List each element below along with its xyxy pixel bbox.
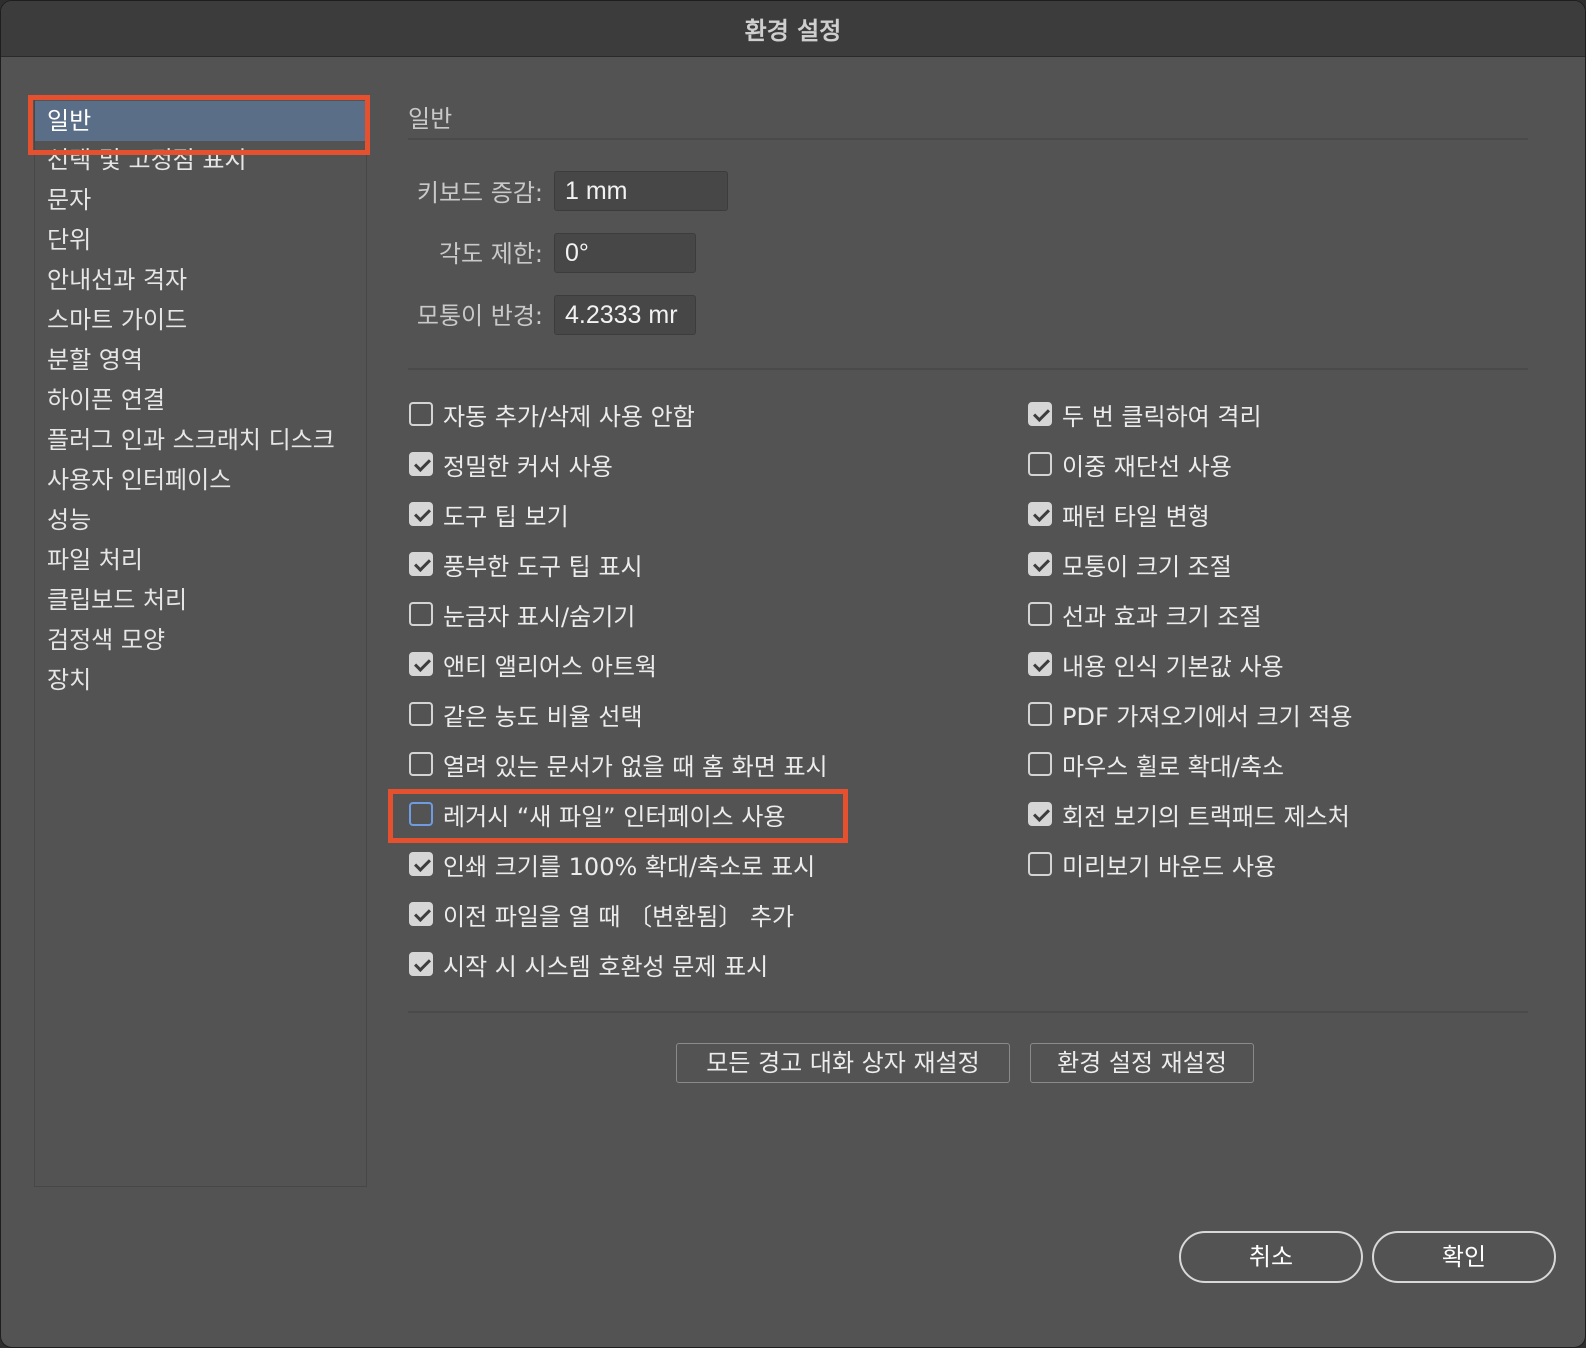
right-checkbox-row[interactable]: 선과 효과 크기 조절 (1028, 594, 1262, 634)
sidebar-item-guides-grid[interactable]: 안내선과 격자 (35, 260, 366, 300)
corner-radius-input[interactable]: 4.2333 mr (554, 295, 696, 335)
checkbox-unchecked[interactable] (1028, 452, 1052, 476)
left-checkbox-row[interactable]: 자동 추가/삭제 사용 안함 (409, 394, 695, 434)
checkbox-checked[interactable] (409, 952, 433, 976)
checkbox-label: PDF 가져오기에서 크기 적용 (1062, 702, 1353, 731)
left-checkbox-row[interactable]: 레거시 “새 파일” 인터페이스 사용 (409, 794, 785, 834)
checkbox-checked[interactable] (1028, 652, 1052, 676)
section-divider (408, 138, 1528, 140)
left-checkbox-row[interactable]: 정밀한 커서 사용 (409, 444, 613, 484)
keyboard-increment-label: 키보드 증감: (416, 179, 543, 207)
left-checkbox-row[interactable]: 앤티 앨리어스 아트웍 (409, 644, 657, 684)
checkbox-unchecked[interactable] (409, 802, 433, 826)
checkbox-unchecked[interactable] (409, 602, 433, 626)
right-checkbox-row[interactable]: 회전 보기의 트랙패드 제스처 (1028, 794, 1350, 834)
checkbox-label: 내용 인식 기본값 사용 (1062, 652, 1284, 681)
checkbox-unchecked[interactable] (1028, 752, 1052, 776)
checkbox-label: 같은 농도 비율 선택 (443, 702, 643, 731)
checkbox-checked[interactable] (409, 852, 433, 876)
sidebar-item-hyphenation[interactable]: 하이픈 연결 (35, 380, 366, 420)
sidebar-item-smart-guides[interactable]: 스마트 가이드 (35, 300, 366, 340)
checkbox-checked[interactable] (409, 552, 433, 576)
sidebar-item-general[interactable]: 일반 (35, 101, 366, 141)
checkbox-label: 눈금자 표시/숨기기 (443, 602, 636, 631)
checkbox-label: 풍부한 도구 팁 표시 (443, 552, 643, 581)
checkbox-label: 열려 있는 문서가 없을 때 홈 화면 표시 (443, 752, 828, 781)
checkbox-checked[interactable] (1028, 802, 1052, 826)
right-checkbox-row[interactable]: PDF 가져오기에서 크기 적용 (1028, 694, 1352, 734)
section-title: 일반 (408, 105, 453, 133)
ok-button[interactable]: 확인 (1372, 1231, 1556, 1283)
checkbox-unchecked[interactable] (409, 402, 433, 426)
cancel-button[interactable]: 취소 (1179, 1231, 1363, 1283)
right-checkbox-row[interactable]: 패턴 타일 변형 (1028, 494, 1210, 534)
left-checkbox-row[interactable]: 이전 파일을 열 때 〔변환됨〕 추가 (409, 894, 794, 934)
constrain-angle-label: 각도 제한: (438, 240, 543, 268)
right-checkbox-row[interactable]: 미리보기 바운드 사용 (1028, 844, 1276, 884)
right-checkbox-row[interactable]: 이중 재단선 사용 (1028, 444, 1232, 484)
corner-radius-label: 모퉁이 반경: (416, 302, 543, 330)
left-checkbox-row[interactable]: 눈금자 표시/숨기기 (409, 594, 635, 634)
left-checkbox-row[interactable]: 도구 팁 보기 (409, 494, 569, 534)
checkbox-checked[interactable] (1028, 402, 1052, 426)
sidebar-item-type[interactable]: 문자 (35, 180, 366, 220)
sidebar-item-devices[interactable]: 장치 (35, 660, 366, 700)
checkbox-label: 이전 파일을 열 때 〔변환됨〕 추가 (443, 902, 795, 931)
right-checkbox-row[interactable]: 내용 인식 기본값 사용 (1028, 644, 1284, 684)
checkbox-label: 시작 시 시스템 호환성 문제 표시 (443, 952, 769, 981)
reset-warning-dialogs-button[interactable]: 모든 경고 대화 상자 재설정 (676, 1043, 1010, 1083)
checkbox-checked[interactable] (409, 452, 433, 476)
checkbox-label: 정밀한 커서 사용 (443, 452, 613, 481)
sidebar-item-black-appearance[interactable]: 검정색 모양 (35, 620, 366, 660)
checkbox-label: 자동 추가/삭제 사용 안함 (443, 402, 695, 431)
checkbox-label: 모퉁이 크기 조절 (1062, 552, 1232, 581)
checkbox-label: 인쇄 크기를 100% 확대/축소로 표시 (443, 852, 816, 881)
reset-preferences-button[interactable]: 환경 설정 재설정 (1030, 1043, 1254, 1083)
checkbox-label: 두 번 클릭하여 격리 (1062, 402, 1262, 431)
right-checkbox-row[interactable]: 모퉁이 크기 조절 (1028, 544, 1232, 584)
sidebar-item-slices[interactable]: 분할 영역 (35, 340, 366, 380)
checkbox-checked[interactable] (409, 902, 433, 926)
checkbox-label: 미리보기 바운드 사용 (1062, 852, 1276, 881)
constrain-angle-input[interactable]: 0° (554, 233, 696, 273)
left-checkbox-row[interactable]: 열려 있는 문서가 없을 때 홈 화면 표시 (409, 744, 828, 784)
left-checkbox-row[interactable]: 풍부한 도구 팁 표시 (409, 544, 643, 584)
right-checkbox-row[interactable]: 마우스 휠로 확대/축소 (1028, 744, 1284, 784)
fields-divider (408, 368, 1528, 370)
preferences-dialog: 환경 설정 일반 선택 및 고정점 표시 문자 단위 안내선과 격자 스마트 가… (0, 0, 1586, 1348)
left-checkbox-row[interactable]: 시작 시 시스템 호환성 문제 표시 (409, 944, 768, 984)
sidebar-item-plugins[interactable]: 플러그 인과 스크래치 디스크 (35, 420, 366, 460)
sidebar-item-clipboard[interactable]: 클립보드 처리 (35, 580, 366, 620)
sidebar-item-performance[interactable]: 성능 (35, 500, 366, 540)
checkbox-label: 도구 팁 보기 (443, 502, 569, 531)
checkbox-label: 레거시 “새 파일” 인터페이스 사용 (443, 802, 786, 831)
checkbox-unchecked[interactable] (409, 702, 433, 726)
checkbox-label: 회전 보기의 트랙패드 제스처 (1062, 802, 1350, 831)
checkbox-checked[interactable] (409, 502, 433, 526)
checkbox-checked[interactable] (1028, 552, 1052, 576)
right-checkbox-row[interactable]: 두 번 클릭하여 격리 (1028, 394, 1262, 434)
left-checkbox-row[interactable]: 인쇄 크기를 100% 확대/축소로 표시 (409, 844, 815, 884)
checkbox-checked[interactable] (409, 652, 433, 676)
checkbox-label: 패턴 타일 변형 (1062, 502, 1210, 531)
checkbox-label: 이중 재단선 사용 (1062, 452, 1232, 481)
checkbox-unchecked[interactable] (1028, 702, 1052, 726)
checkbox-unchecked[interactable] (1028, 602, 1052, 626)
checkbox-unchecked[interactable] (409, 752, 433, 776)
sidebar-item-user-interface[interactable]: 사용자 인터페이스 (35, 460, 366, 500)
sidebar: 일반 선택 및 고정점 표시 문자 단위 안내선과 격자 스마트 가이드 분할 … (34, 97, 367, 1187)
checkbox-label: 선과 효과 크기 조절 (1062, 602, 1262, 631)
checkbox-label: 앤티 앨리어스 아트웍 (443, 652, 657, 681)
checkbox-divider (408, 1011, 1528, 1013)
sidebar-item-units[interactable]: 단위 (35, 220, 366, 260)
dialog-title: 환경 설정 (1, 1, 1585, 57)
sidebar-item-selection[interactable]: 선택 및 고정점 표시 (35, 140, 366, 180)
checkbox-label: 마우스 휠로 확대/축소 (1062, 752, 1285, 781)
sidebar-item-file-handling[interactable]: 파일 처리 (35, 540, 366, 580)
left-checkbox-row[interactable]: 같은 농도 비율 선택 (409, 694, 643, 734)
keyboard-increment-input[interactable]: 1 mm (554, 171, 728, 211)
checkbox-checked[interactable] (1028, 502, 1052, 526)
checkbox-unchecked[interactable] (1028, 852, 1052, 876)
